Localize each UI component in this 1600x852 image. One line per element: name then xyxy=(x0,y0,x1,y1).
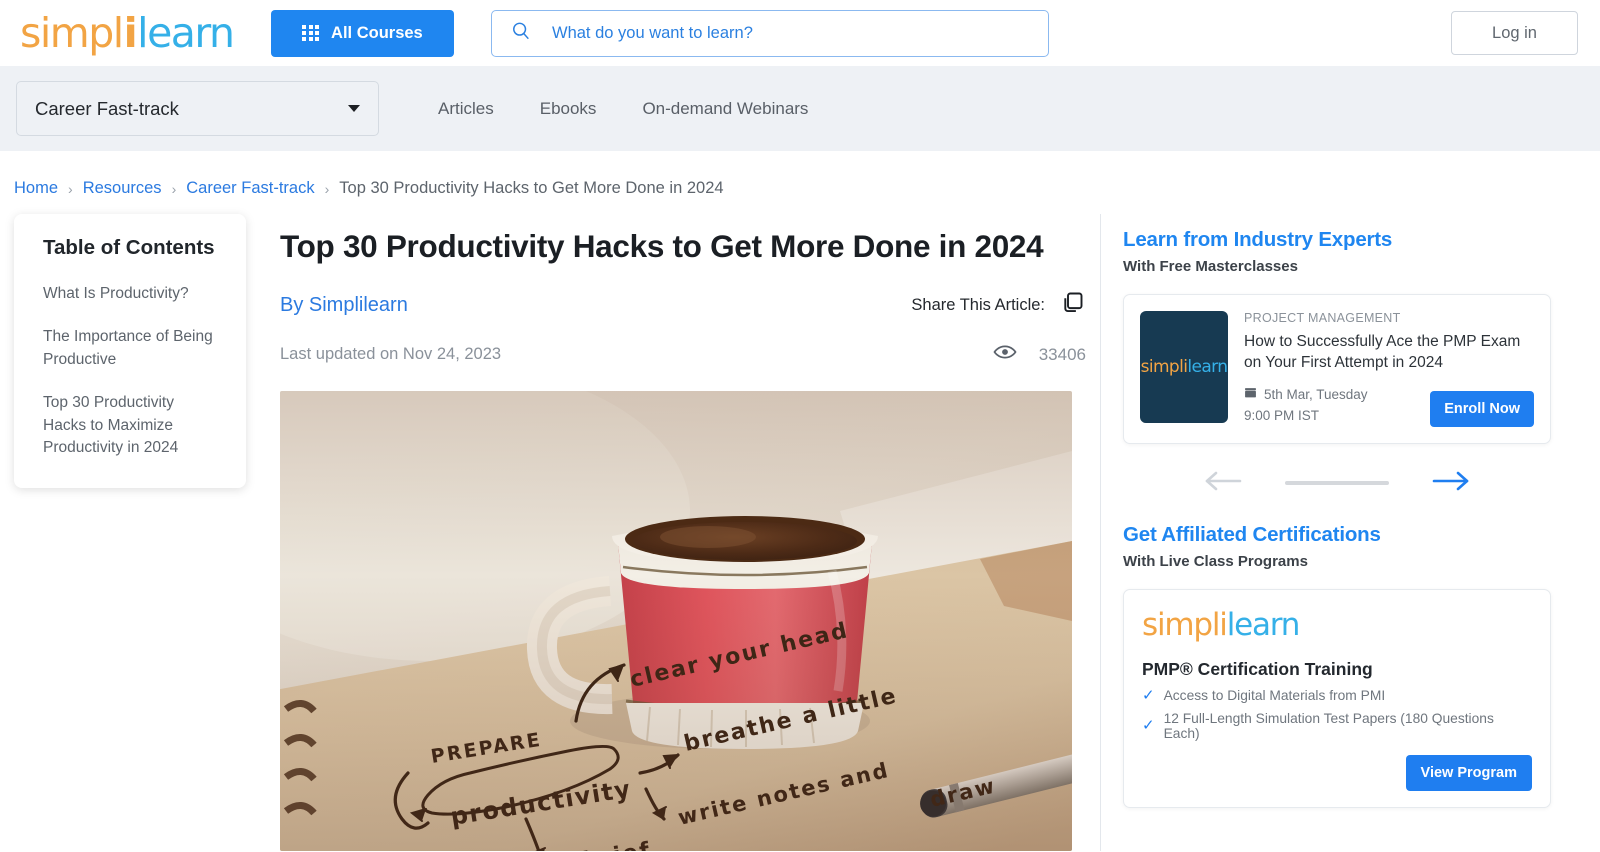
certification-card-logo: simpl i learn xyxy=(1142,607,1532,643)
masterclass-time: 9:00 PM IST xyxy=(1244,407,1320,423)
chevron-down-icon xyxy=(348,105,360,112)
category-select[interactable]: Career Fast-track xyxy=(16,81,379,136)
breadcrumb-item-career-fast-track[interactable]: Career Fast-track xyxy=(186,179,314,198)
copy-link-icon[interactable] xyxy=(1059,289,1086,321)
masterclass-title: How to Successfully Ace the PMP Exam on … xyxy=(1244,333,1521,371)
login-button[interactable]: Log in xyxy=(1451,11,1578,55)
subnav-item-webinars[interactable]: On-demand Webinars xyxy=(619,99,831,119)
grid-menu-icon xyxy=(302,24,320,42)
masterclass-category: PROJECT MANAGEMENT xyxy=(1244,311,1401,325)
view-program-button[interactable]: View Program xyxy=(1405,754,1532,791)
toc-title: Table of Contents xyxy=(43,236,215,259)
logo-text-bar: i xyxy=(123,9,138,57)
eye-icon xyxy=(993,344,1017,365)
thumb-logo-learn: learn xyxy=(1187,357,1228,377)
thumb-logo-simpl: simpl xyxy=(1140,357,1184,377)
article-column: Top 30 Productivity Hacks to Get More Do… xyxy=(276,214,1098,851)
share-group: Share This Article: xyxy=(911,289,1086,321)
category-select-value: Career Fast-track xyxy=(35,97,179,119)
breadcrumb-separator-icon: › xyxy=(324,180,330,197)
breadcrumb-item-resources[interactable]: Resources xyxy=(83,179,162,198)
certification-feature-label: Access to Digital Materials from PMI xyxy=(1163,687,1386,703)
masterclass-date: 5th Mar, Tuesday xyxy=(1264,386,1368,402)
certification-feature: ✓ 12 Full-Length Simulation Test Papers … xyxy=(1142,711,1532,741)
breadcrumb-current: Top 30 Productivity Hacks to Get More Do… xyxy=(339,179,724,197)
breadcrumb-separator-icon: › xyxy=(171,180,177,197)
masterclass-carousel-controls xyxy=(1123,470,1551,497)
view-count: 33406 xyxy=(1038,344,1086,364)
all-courses-label: All Courses xyxy=(331,23,423,42)
masterclass-card-body: PROJECT MANAGEMENT How to Successfully A… xyxy=(1244,311,1534,427)
toc-item-importance-of-being-productive[interactable]: The Importance of Being Productive xyxy=(43,326,220,371)
hero-illustration: PREPARE clear your head breathe a little… xyxy=(280,391,1072,851)
toc-item-top-30-hacks[interactable]: Top 30 Productivity Hacks to Maximize Pr… xyxy=(43,392,220,459)
calendar-icon xyxy=(1244,385,1257,406)
thumbnail-logo: simpl i learn xyxy=(1141,357,1228,377)
carousel-prev-arrow-icon[interactable] xyxy=(1203,470,1243,497)
breadcrumb-item-home[interactable]: Home xyxy=(14,179,58,198)
cert-logo-bar: i xyxy=(1219,606,1228,643)
certification-feature-label: 12 Full-Length Simulation Test Papers (1… xyxy=(1163,710,1494,741)
masterclass-subheading: With Free Masterclasses xyxy=(1123,258,1298,275)
last-updated: Last updated on Nov 24, 2023 xyxy=(280,345,502,363)
enroll-now-button[interactable]: Enroll Now xyxy=(1430,390,1534,427)
search-input[interactable] xyxy=(552,23,1030,43)
category-subnav: Career Fast-track Articles Ebooks On-dem… xyxy=(0,66,1600,151)
masterclass-footer: 5th Mar, Tuesday 9:00 PM IST Enroll Now xyxy=(1244,385,1534,427)
certifications-subheading: With Live Class Programs xyxy=(1123,552,1308,570)
site-header: simplilearn All Courses Log in xyxy=(0,0,1600,66)
byline-row: By Simplilearn Share This Article: xyxy=(280,289,1098,321)
right-sidebar: Learn from Industry Experts With Free Ma… xyxy=(1100,214,1580,851)
masterclass-heading: Learn from Industry Experts xyxy=(1123,228,1393,251)
share-label: Share This Article: xyxy=(911,295,1045,314)
subnav-item-ebooks[interactable]: Ebooks xyxy=(517,99,620,119)
masterclass-thumbnail: simpl i learn xyxy=(1140,311,1228,423)
subnav-links: Articles Ebooks On-demand Webinars xyxy=(415,99,831,119)
table-of-contents-card: Table of Contents What Is Productivity? … xyxy=(14,214,246,488)
article-hero-image: PREPARE clear your head breathe a little… xyxy=(280,391,1072,851)
meta-row: Last updated on Nov 24, 2023 33406 xyxy=(280,344,1098,365)
page-body: Table of Contents What Is Productivity? … xyxy=(0,198,1600,851)
cert-logo-learn: learn xyxy=(1226,606,1301,643)
masterclass-card[interactable]: simpl i learn PROJECT MANAGEMENT How to Su… xyxy=(1123,294,1551,444)
check-icon: ✓ xyxy=(1142,686,1155,704)
masterclass-schedule: 5th Mar, Tuesday 9:00 PM IST xyxy=(1244,385,1368,427)
author-link[interactable]: By Simplilearn xyxy=(280,294,408,317)
carousel-progress-track[interactable] xyxy=(1285,481,1389,486)
breadcrumb-separator-icon: › xyxy=(68,180,73,197)
certification-card-footer: View Program xyxy=(1142,754,1532,791)
view-count-group: 33406 xyxy=(993,344,1086,365)
all-courses-button[interactable]: All Courses xyxy=(271,9,454,57)
logo-text-learn: learn xyxy=(137,9,235,57)
search-icon xyxy=(510,20,532,47)
search-box[interactable] xyxy=(491,9,1049,57)
logo-text-simpl: simpl xyxy=(20,9,124,57)
certifications-heading: Get Affiliated Certifications xyxy=(1123,522,1381,546)
toc-item-what-is-productivity[interactable]: What Is Productivity? xyxy=(43,283,220,305)
certification-card[interactable]: simpl i learn PMP® Certification Training … xyxy=(1123,588,1551,808)
breadcrumb: Home › Resources › Career Fast-track › T… xyxy=(0,151,1600,198)
page-title: Top 30 Productivity Hacks to Get More Do… xyxy=(280,228,1044,264)
simplilearn-logo[interactable]: simpl i learn xyxy=(20,9,235,57)
certification-title: PMP® Certification Training xyxy=(1142,658,1373,679)
carousel-next-arrow-icon[interactable] xyxy=(1431,470,1471,497)
toc-column: Table of Contents What Is Productivity? … xyxy=(0,214,276,851)
check-icon: ✓ xyxy=(1142,717,1155,735)
cert-logo-simpl: simpl xyxy=(1142,606,1220,643)
certification-feature: ✓ Access to Digital Materials from PMI xyxy=(1142,688,1532,703)
subnav-item-articles[interactable]: Articles xyxy=(415,99,517,119)
